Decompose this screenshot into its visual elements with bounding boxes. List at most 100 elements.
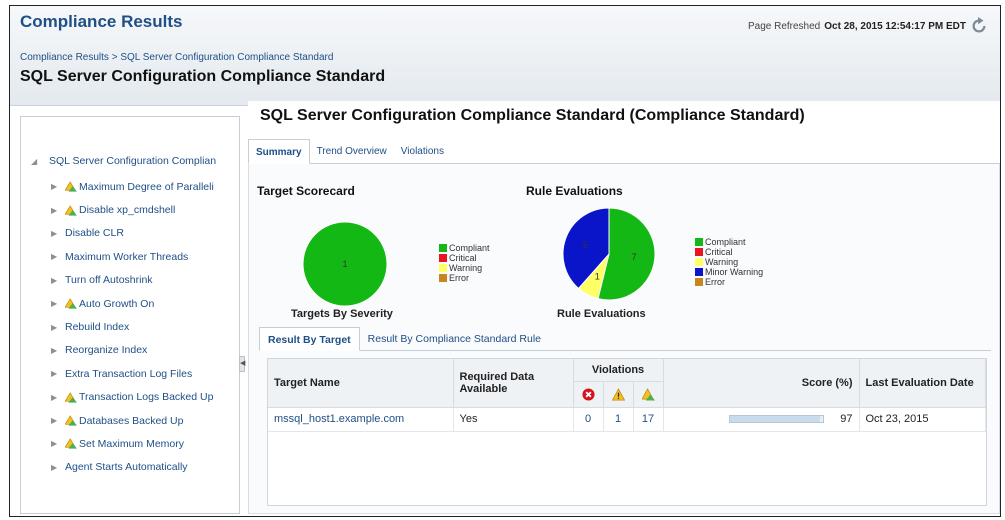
legend-entry: Warning (439, 263, 490, 273)
warning-icon (65, 298, 77, 309)
legend-label: Compliant (705, 237, 746, 247)
col-minor-warning[interactable] (633, 381, 664, 408)
col-last-evaluation[interactable]: Last Evaluation Date (859, 359, 986, 408)
expand-triangle-icon[interactable]: ▶ (51, 229, 65, 238)
tree-item-label[interactable]: Maximum Worker Threads (65, 251, 188, 263)
legend-swatch (439, 264, 447, 272)
tree-item-label[interactable]: Reorganize Index (65, 344, 147, 356)
target-scorecard-heading: Target Scorecard (257, 184, 355, 198)
panel-splitter-handle[interactable]: ◀ (239, 356, 245, 372)
critical-violation-icon (581, 387, 595, 401)
rule-tree-panel: ◢ SQL Server Configuration Complian ▶ Max… (20, 116, 240, 514)
subtab-result-by-target[interactable]: Result By Target (259, 327, 360, 351)
tree-item-label[interactable]: Extra Transaction Log Files (65, 368, 192, 380)
legend-entry: Critical (695, 247, 763, 257)
expand-triangle-icon[interactable]: ▶ (51, 276, 65, 285)
expand-triangle-icon[interactable]: ▶ (51, 369, 65, 378)
standard-title: SQL Server Configuration Compliance Stan… (260, 107, 805, 124)
tab-trend-overview[interactable]: Trend Overview (310, 139, 394, 163)
tree-item[interactable]: ▶ Transaction Logs Backed Up (51, 386, 214, 409)
expand-triangle-icon[interactable]: ▶ (51, 252, 65, 261)
col-violations[interactable]: Violations (573, 359, 664, 382)
refresh-time: Oct 28, 2015 12:54:17 PM EDT (824, 20, 966, 32)
legend-entry: Compliant (695, 237, 763, 247)
breadcrumb-current: SQL Server Configuration Compliance Stan… (120, 52, 334, 63)
rule-evaluations-legend: Compliant Critical Warning Minor Warning Err… (695, 237, 763, 287)
tree-item[interactable]: ▶ Maximum Worker Threads (51, 245, 214, 268)
page-title: Compliance Results (20, 12, 183, 31)
tab-violations[interactable]: Violations (394, 139, 451, 163)
tree-item-label[interactable]: Disable CLR (65, 227, 124, 239)
expand-triangle-icon[interactable]: ▶ (51, 416, 65, 425)
refresh-icon[interactable] (970, 17, 988, 35)
tree-item[interactable]: ▶ Disable CLR (51, 222, 214, 245)
tree-item[interactable]: ▶ Databases Backed Up (51, 409, 214, 432)
legend-entry: Critical (439, 253, 490, 263)
col-target-name[interactable]: Target Name (268, 359, 454, 408)
legend-swatch (695, 248, 703, 256)
tab-summary[interactable]: Summary (248, 139, 310, 164)
legend-swatch (695, 238, 703, 246)
tree-root-node[interactable]: ◢ SQL Server Configuration Complian (31, 155, 216, 167)
tree-item[interactable]: ▶ Auto Growth On (51, 292, 214, 315)
pie-slice-value-label: 7 (632, 252, 637, 262)
target-link[interactable]: mssql_host1.example.com (274, 413, 404, 425)
expand-triangle-icon[interactable]: ▶ (51, 393, 65, 402)
tree-item-label[interactable]: Databases Backed Up (79, 415, 183, 427)
breadcrumb-root-link[interactable]: Compliance Results (20, 52, 109, 63)
rule-evaluations-caption: Rule Evaluations (557, 308, 646, 320)
warning-icon (65, 438, 77, 450)
expand-triangle-icon[interactable]: ▶ (51, 206, 65, 215)
targets-by-severity-chart: 1 (302, 221, 388, 307)
expand-triangle-icon[interactable]: ▶ (51, 299, 65, 308)
pie-slice-value-label: 5 (583, 240, 588, 250)
tree-item-label[interactable]: Disable xp_cmdshell (79, 204, 175, 216)
tree-item-label[interactable]: Turn off Autoshrink (65, 274, 153, 286)
legend-label: Minor Warning (705, 267, 764, 277)
subtab-result-by-rule[interactable]: Result By Compliance Standard Rule (360, 327, 549, 350)
tree-item-label[interactable]: Agent Starts Automatically (65, 461, 188, 473)
warning-icon (65, 204, 77, 216)
col-warning[interactable] (603, 381, 634, 408)
expand-triangle-icon[interactable]: ▶ (51, 439, 65, 448)
expand-triangle-icon[interactable]: ▶ (51, 346, 65, 355)
legend-label: Critical (449, 253, 477, 263)
tree-item-label[interactable]: Auto Growth On (79, 298, 154, 310)
tree-item-label[interactable]: Maximum Degree of Paralleli (79, 181, 214, 193)
tree-item[interactable]: ▶ Maximum Degree of Paralleli (51, 175, 214, 198)
cell-critical-count[interactable]: 0 (573, 407, 604, 432)
refresh-prefix: Page Refreshed (747, 20, 821, 32)
rule-evaluations-heading: Rule Evaluations (526, 184, 623, 198)
legend-label: Warning (705, 257, 739, 267)
page-refresh-status: Page Refreshed Oct 28, 2015 12:54:17 PM … (748, 17, 988, 35)
tree-item-label[interactable]: Rebuild Index (65, 321, 129, 333)
cell-target-name[interactable]: mssql_host1.example.com (268, 407, 454, 432)
cell-warning-count[interactable]: 1 (603, 407, 634, 432)
cell-minor-warning-count[interactable]: 17 (633, 407, 664, 432)
tree-item[interactable]: ▶ Turn off Autoshrink (51, 269, 214, 292)
summary-content: Target Scorecard Rule Evaluations 1 Targ… (248, 164, 1000, 514)
tree-item[interactable]: ▶ Rebuild Index (51, 315, 214, 338)
score-value: 97 (840, 413, 853, 425)
legend-swatch (439, 254, 447, 262)
expand-triangle-icon[interactable]: ▶ (51, 463, 65, 472)
tree-item[interactable]: ▶ Set Maximum Memory (51, 432, 214, 455)
tree-root-label[interactable]: SQL Server Configuration Complian (49, 155, 216, 167)
tree-item-label[interactable]: Transaction Logs Backed Up (79, 391, 213, 403)
tree-item-label[interactable]: Set Maximum Memory (79, 438, 184, 450)
tree-item[interactable]: ▶ Reorganize Index (51, 339, 214, 362)
cell-last-evaluation: Oct 23, 2015 (859, 407, 986, 432)
legend-entry: Error (695, 277, 763, 287)
tree-item[interactable]: ▶ Extra Transaction Log Files (51, 362, 214, 385)
warning-icon (65, 391, 77, 403)
tree-item[interactable]: ▶ Disable xp_cmdshell (51, 198, 214, 221)
col-required-data[interactable]: Required Data Available (453, 359, 574, 408)
expand-triangle-icon[interactable]: ▶ (51, 182, 65, 191)
tree-item[interactable]: ▶ Agent Starts Automatically (51, 456, 214, 479)
expand-triangle-icon[interactable]: ▶ (51, 323, 65, 332)
legend-label: Warning (449, 263, 483, 273)
collapse-triangle-icon[interactable]: ◢ (31, 157, 45, 166)
col-critical[interactable] (573, 381, 604, 408)
main-tabs: Summary Trend Overview Violations (248, 139, 1000, 164)
col-score[interactable]: Score (%) (663, 359, 860, 408)
